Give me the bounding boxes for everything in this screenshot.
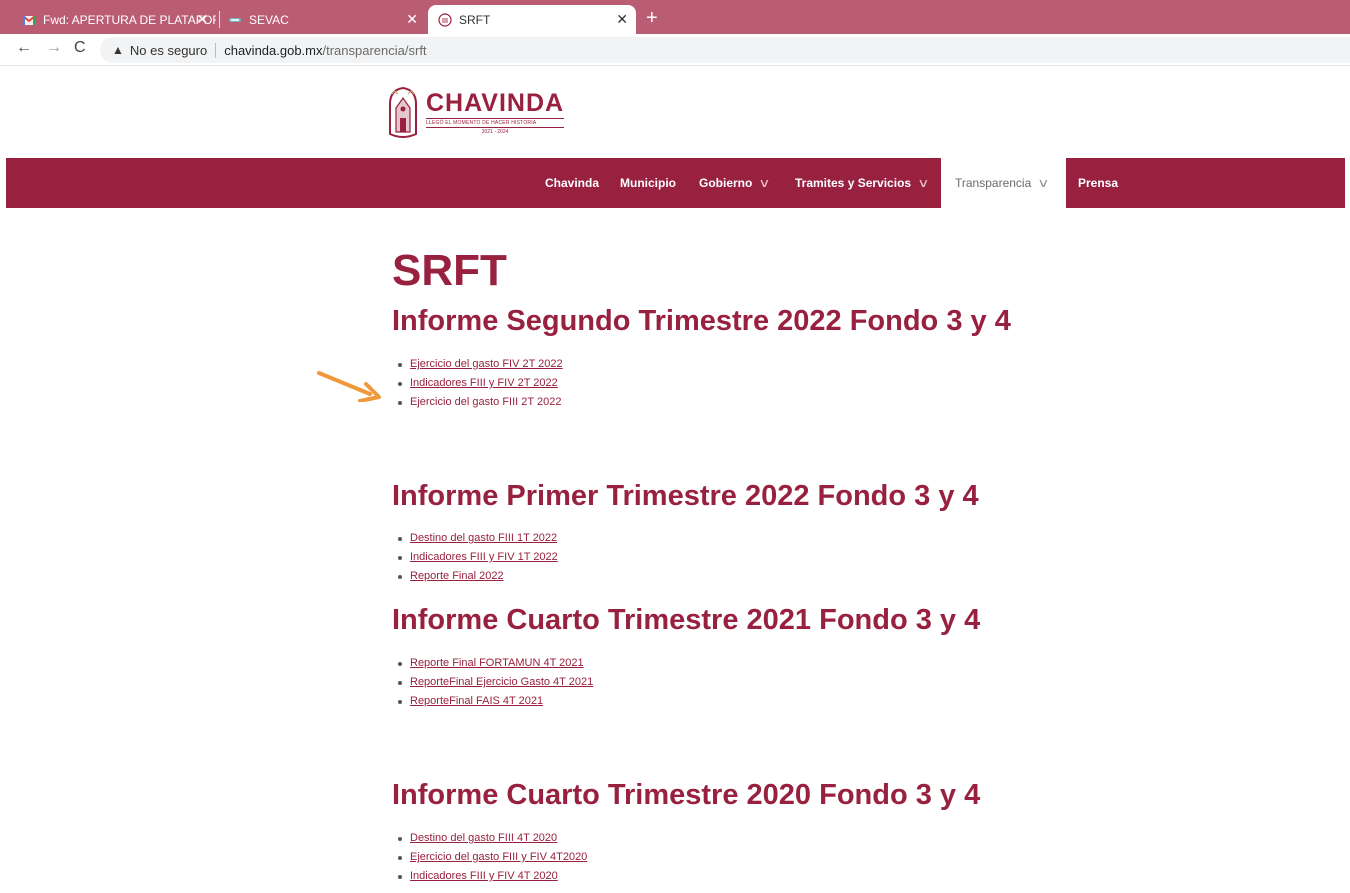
church-emblem-icon xyxy=(389,86,417,138)
chevron-down-icon: ∨ xyxy=(917,176,930,190)
nav-item-chavinda[interactable]: Chavinda xyxy=(545,158,599,208)
list-item: Destino del gasto FIII 1T 2022 xyxy=(392,529,558,548)
logo-text: CHAVINDA LLEGÓ EL MOMENTO DE HACER HISTO… xyxy=(426,88,565,135)
url-path[interactable]: /transparencia/srft xyxy=(323,43,427,58)
browser-tab-gmail[interactable]: Fwd: APERTURA DE PLATAFORMA ✕ xyxy=(16,5,216,34)
document-link[interactable]: Reporte Final 2022 xyxy=(410,570,504,582)
back-arrow-icon[interactable]: ← xyxy=(16,39,32,57)
warning-triangle-icon[interactable]: ▲ xyxy=(112,43,124,57)
site-logo[interactable]: CHAVINDA LLEGÓ EL MOMENTO DE HACER HISTO… xyxy=(386,84,565,140)
nav-item-municipio[interactable]: Municipio xyxy=(620,158,676,208)
list-item: Indicadores FIII y FIV 2T 2022 xyxy=(392,374,563,393)
section-heading: Informe Cuarto Trimestre 2020 Fondo 3 y … xyxy=(392,779,981,811)
logo-years: 2021 - 2024 xyxy=(481,128,509,135)
logo-name: CHAVINDA xyxy=(426,88,565,117)
sevac-favicon-icon xyxy=(229,17,241,22)
tab-title: SRFT xyxy=(459,12,491,27)
list-item: ReporteFinal FAIS 4T 2021 xyxy=(392,692,593,711)
annotation-arrow-icon xyxy=(317,371,381,402)
list-item: Ejercicio del gasto FIV 2T 2022 xyxy=(392,355,563,374)
gmail-icon xyxy=(22,14,36,25)
section-heading: Informe Primer Trimestre 2022 Fondo 3 y … xyxy=(392,480,979,512)
address-bar[interactable]: ▲ No es seguro chavinda.gob.mx/transpare… xyxy=(100,37,1350,63)
tab-separator xyxy=(219,11,220,28)
list-item: Indicadores FIII y FIV 4T 2020 xyxy=(392,867,587,886)
list-item: Ejercicio del gasto FIII 2T 2022 xyxy=(392,393,563,412)
document-link[interactable]: Ejercicio del gasto FIII y FIV 4T2020 xyxy=(410,851,587,863)
section-heading: Informe Cuarto Trimestre 2021 Fondo 3 y … xyxy=(392,604,981,636)
browser-tab-strip: Fwd: APERTURA DE PLATAFORMA ✕ SEVAC ✕ SR… xyxy=(0,0,1350,34)
nav-label: Chavinda xyxy=(545,176,600,190)
document-list: Destino del gasto FIII 1T 2022 Indicador… xyxy=(392,529,558,586)
document-link[interactable]: Destino del gasto FIII 1T 2022 xyxy=(410,532,557,544)
document-link[interactable]: Indicadores FIII y FIV 4T 2020 xyxy=(410,870,558,882)
logo-tagline: LLEGÓ EL MOMENTO DE HACER HISTORIA xyxy=(426,117,565,128)
list-item: Reporte Final FORTAMUN 4T 2021 xyxy=(392,654,593,673)
chavinda-favicon-icon xyxy=(438,12,452,27)
main-navigation: Chavinda Municipio Gobierno ∨ Tramites y… xyxy=(6,158,1345,208)
nav-item-gobierno[interactable]: Gobierno ∨ xyxy=(699,158,771,208)
document-link[interactable]: ReporteFinal Ejercicio Gasto 4T 2021 xyxy=(410,676,593,688)
document-list: Ejercicio del gasto FIV 2T 2022 Indicado… xyxy=(392,355,563,412)
nav-label: Gobierno xyxy=(699,176,753,190)
browser-toolbar: ← → C ▲ No es seguro chavinda.gob.mx/tra… xyxy=(0,34,1350,66)
nav-label: Municipio xyxy=(620,176,676,190)
chevron-down-icon: ∨ xyxy=(758,176,771,190)
list-item: Destino del gasto FIII 4T 2020 xyxy=(392,829,587,848)
new-tab-icon[interactable]: + xyxy=(646,8,658,28)
list-item: Indicadores FIII y FIV 1T 2022 xyxy=(392,548,558,567)
browser-tab-sevac[interactable]: SEVAC ✕ xyxy=(222,5,426,34)
url-host[interactable]: chavinda.gob.mx xyxy=(224,43,322,58)
nav-item-tramites-y-servicios[interactable]: Tramites y Servicios ∨ xyxy=(795,158,930,208)
tab-title: Fwd: APERTURA DE PLATAFORMA xyxy=(43,12,216,27)
nav-item-transparencia[interactable]: Transparencia ∨ xyxy=(941,158,1066,208)
nav-label: Prensa xyxy=(1078,176,1119,190)
document-link[interactable]: Indicadores FIII y FIV 2T 2022 xyxy=(410,377,558,389)
list-item: Reporte Final 2022 xyxy=(392,567,558,586)
close-tab-icon[interactable]: ✕ xyxy=(196,11,208,28)
nav-label: Tramites y Servicios xyxy=(795,176,912,190)
forward-arrow-icon[interactable]: → xyxy=(46,39,62,57)
security-label[interactable]: No es seguro xyxy=(130,43,207,58)
document-link[interactable]: Indicadores FIII y FIV 1T 2022 xyxy=(410,551,558,563)
close-tab-icon[interactable]: ✕ xyxy=(616,11,628,28)
document-link[interactable]: Reporte Final FORTAMUN 4T 2021 xyxy=(410,657,584,669)
reload-icon[interactable]: C xyxy=(74,39,86,57)
divider xyxy=(215,42,217,58)
list-item: ReporteFinal Ejercicio Gasto 4T 2021 xyxy=(392,673,593,692)
chevron-down-icon: ∨ xyxy=(1037,176,1050,190)
document-list: Destino del gasto FIII 4T 2020 Ejercicio… xyxy=(392,829,587,886)
document-link[interactable]: Ejercicio del gasto FIV 2T 2022 xyxy=(410,358,563,370)
list-item: Ejercicio del gasto FIII y FIV 4T2020 xyxy=(392,848,587,867)
nav-label: Transparencia xyxy=(955,176,1032,190)
tab-title: SEVAC xyxy=(249,12,289,27)
document-text: Ejercicio del gasto FIII 2T 2022 xyxy=(410,396,562,408)
browser-tab-srft[interactable]: SRFT ✕ xyxy=(428,5,636,34)
document-link[interactable]: ReporteFinal FAIS 4T 2021 xyxy=(410,695,543,707)
page-title: SRFT xyxy=(392,246,507,295)
close-tab-icon[interactable]: ✕ xyxy=(406,11,418,28)
nav-item-prensa[interactable]: Prensa xyxy=(1078,158,1118,208)
document-link[interactable]: Destino del gasto FIII 4T 2020 xyxy=(410,832,557,844)
section-heading: Informe Segundo Trimestre 2022 Fondo 3 y… xyxy=(392,305,1011,337)
document-list: Reporte Final FORTAMUN 4T 2021 ReporteFi… xyxy=(392,654,593,711)
